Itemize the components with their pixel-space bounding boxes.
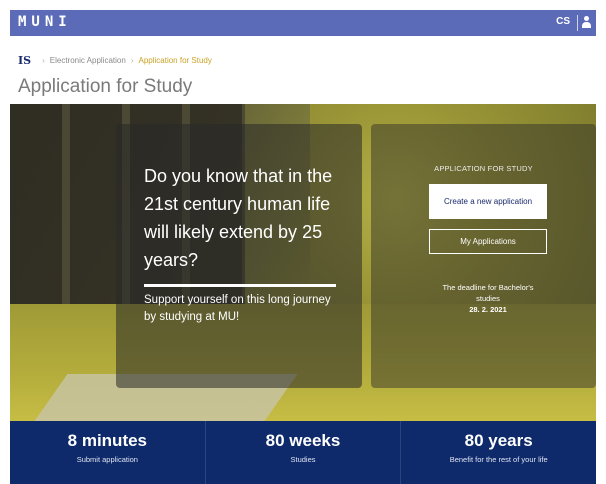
hero-headline: Do you know that in the 21st century hum… bbox=[144, 166, 333, 270]
hero-subtext: Support yourself on this long journey by… bbox=[144, 294, 331, 323]
stats-bar: 8 minutes Submit application 80 weeks St… bbox=[10, 421, 596, 484]
hero-banner: Do you know that in the 21st century hum… bbox=[10, 104, 596, 421]
stat-studies: 80 weeks Studies bbox=[204, 421, 401, 484]
stat-benefit: 80 years Benefit for the rest of your li… bbox=[400, 421, 596, 484]
deadline-date: 28. 2. 2021 bbox=[469, 305, 507, 314]
stat-caption: Benefit for the rest of your life bbox=[449, 455, 548, 464]
stat-value: 80 years bbox=[464, 431, 533, 450]
breadcrumb: IS › Electronic Application › Applicatio… bbox=[18, 53, 212, 67]
create-application-button[interactable]: Create a new application bbox=[429, 184, 547, 219]
breadcrumb-home[interactable]: IS bbox=[18, 54, 31, 67]
application-label: APPLICATION FOR STUDY bbox=[434, 164, 533, 173]
my-applications-button[interactable]: My Applications bbox=[429, 229, 547, 254]
divider bbox=[577, 15, 578, 31]
stat-caption: Studies bbox=[290, 455, 316, 464]
stat-submit: 8 minutes Submit application bbox=[10, 421, 205, 484]
user-icon[interactable] bbox=[582, 16, 591, 29]
hero-message-card: Do you know that in the 21st century hum… bbox=[116, 124, 362, 388]
breadcrumb-current: Application for Study bbox=[138, 55, 212, 65]
top-bar: MUNI CS bbox=[10, 10, 596, 36]
application-card: APPLICATION FOR STUDY Create a new appli… bbox=[371, 124, 596, 388]
stat-caption: Submit application bbox=[76, 455, 138, 464]
deadline-text: The deadline for Bachelor's studies bbox=[442, 283, 534, 303]
language-switch[interactable]: CS bbox=[556, 16, 570, 27]
chevron-right-icon: › bbox=[42, 55, 45, 65]
breadcrumb-electronic-application[interactable]: Electronic Application bbox=[50, 56, 126, 65]
chevron-right-icon: › bbox=[130, 55, 134, 65]
page: MUNI CS IS › Electronic Application › Ap… bbox=[10, 10, 596, 484]
deadline-info: The deadline for Bachelor's studies 28. … bbox=[431, 282, 545, 315]
page-title: Application for Study bbox=[18, 76, 193, 97]
stat-value: 80 weeks bbox=[265, 431, 341, 450]
stat-value: 8 minutes bbox=[67, 431, 148, 450]
headline-underline bbox=[144, 284, 336, 287]
muni-logo[interactable]: MUNI bbox=[18, 14, 72, 30]
